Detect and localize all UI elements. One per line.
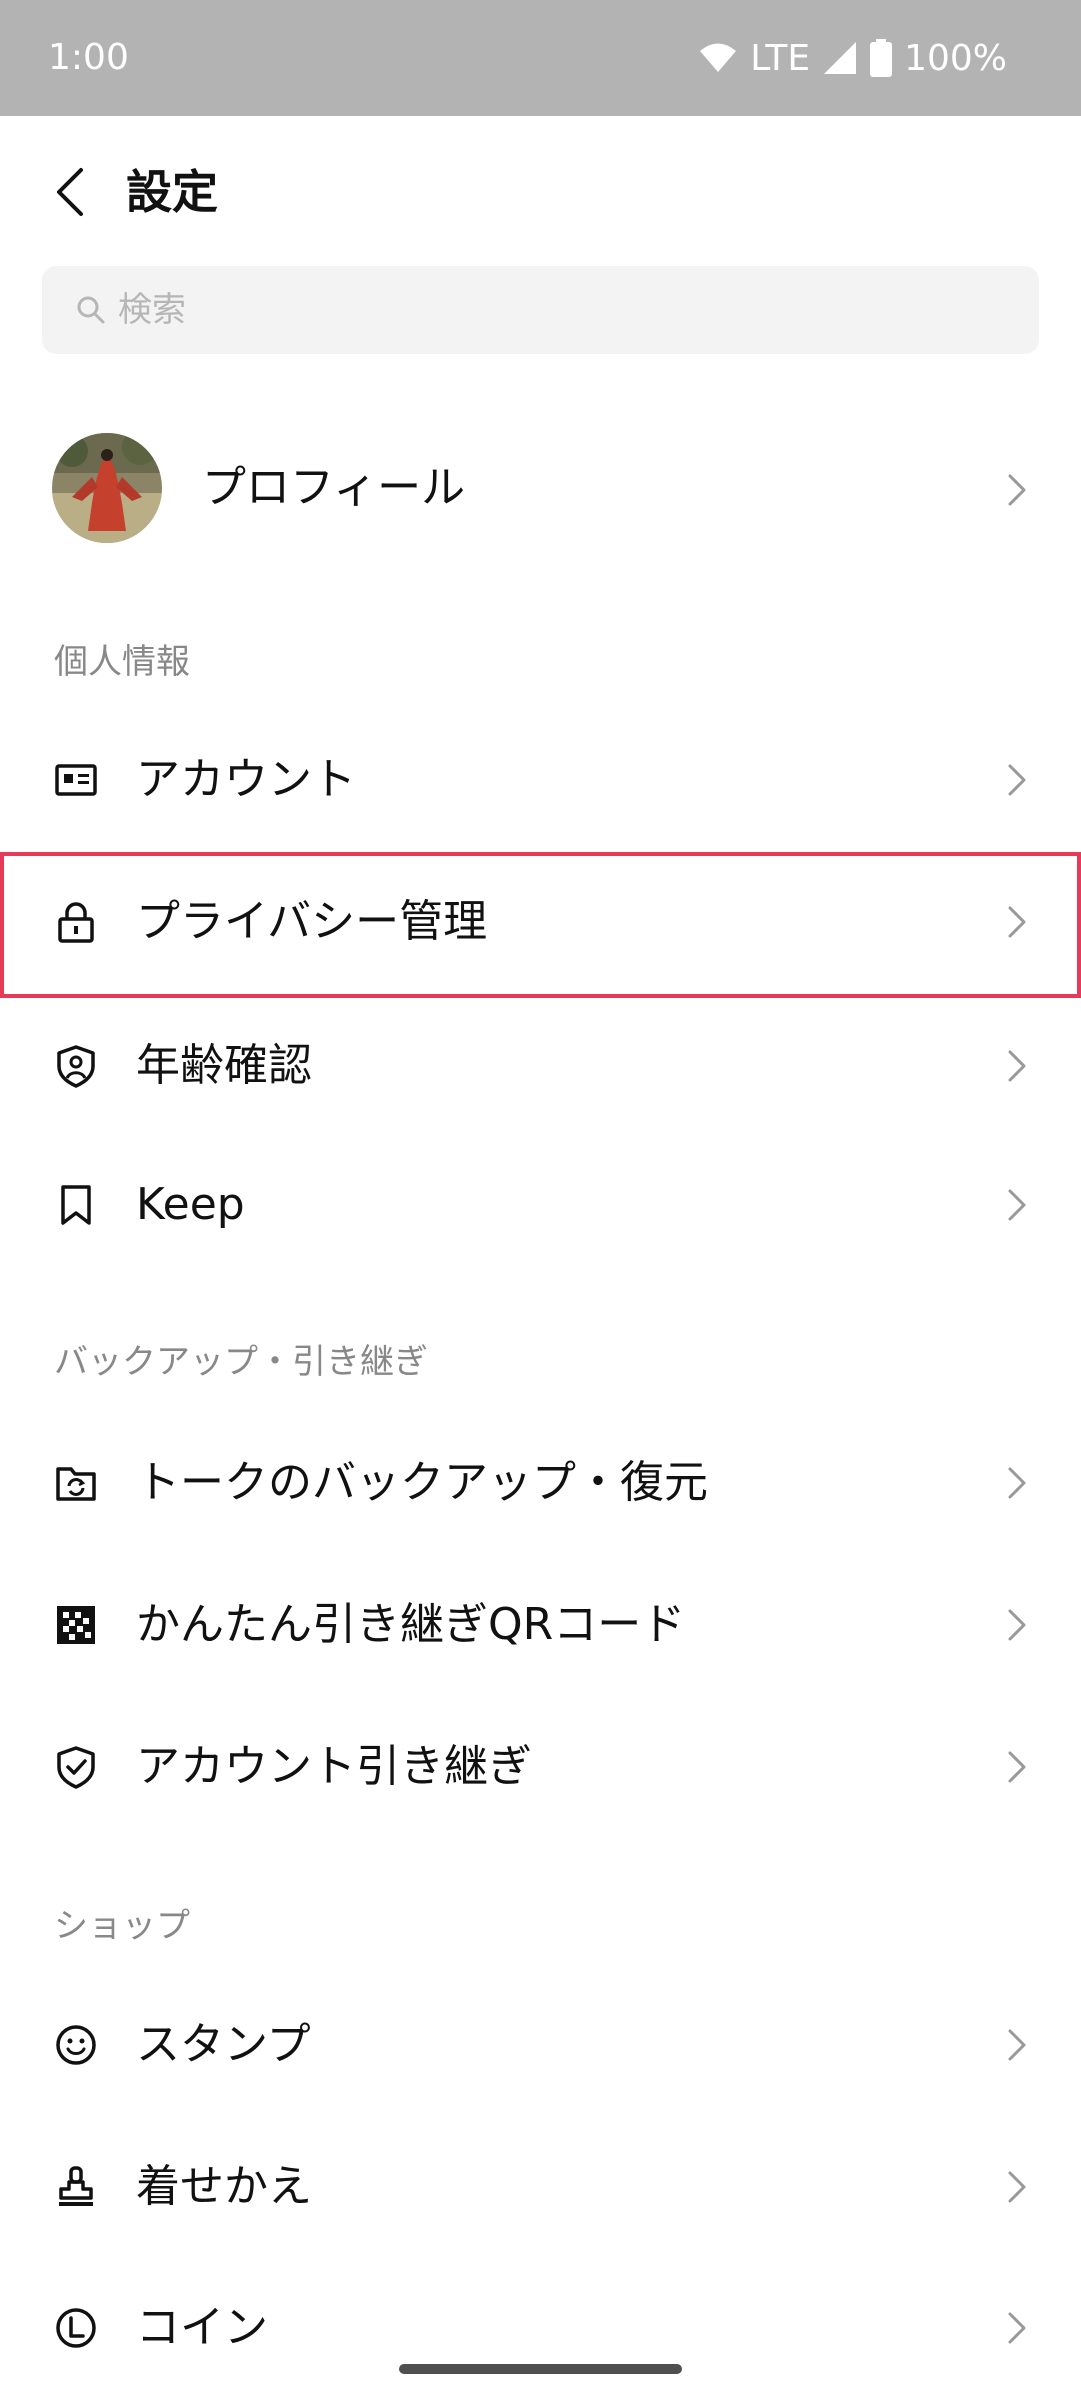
section-title-shop: ショップ [54,1906,190,1946]
battery-level: 100% [904,37,1007,79]
chevron-right-icon [1008,906,1026,938]
back-arrow-icon [57,168,83,216]
status-icons: LTE 100% [698,34,1007,82]
coin-icon [56,2308,96,2348]
status-bar: 1:00 LTE 100% [0,0,1081,116]
header: 設定 [0,116,1081,266]
settings-item-account[interactable]: アカウント [0,710,1081,850]
shield-user-icon [57,1045,95,1088]
lock-icon [58,902,94,943]
bookmark-icon [61,1185,91,1225]
profile-label: プロフィール [202,462,466,513]
page-title: 設定 [126,165,218,219]
settings-item-label: かんたん引き継ぎQRコード [136,1599,686,1650]
section-title-backup: バックアップ・引き継ぎ [54,1342,428,1382]
section-title-personal: 個人情報 [54,642,190,682]
settings-item-keep[interactable]: Keep [0,1135,1081,1275]
signal-icon [824,42,857,74]
search-input[interactable] [116,289,1000,331]
settings-item-label: コイン [136,2302,268,2353]
settings-item-talk-backup[interactable]: トークのバックアップ・復元 [0,1413,1081,1553]
settings-item-label: 着せかえ [136,2161,312,2212]
settings-item-age-verification[interactable]: 年齢確認 [0,996,1081,1136]
chevron-right-icon [1008,1050,1026,1082]
search-icon [77,296,105,324]
settings-item-account-transfer[interactable]: アカウント引き継ぎ [0,1697,1081,1837]
chevron-right-icon [1008,474,1026,506]
battery-icon [870,39,893,77]
settings-item-qr-transfer[interactable]: かんたん引き継ぎQRコード [0,1555,1081,1695]
home-indicator[interactable] [399,2364,682,2374]
chevron-right-icon [1008,2312,1026,2344]
settings-item-privacy[interactable]: プライバシー管理 [0,852,1081,998]
chevron-right-icon [1008,2029,1026,2061]
chevron-right-icon [1008,764,1026,796]
profile-row[interactable]: プロフィール [0,420,1081,560]
settings-item-coins[interactable]: コイン [0,2258,1081,2398]
network-type: LTE [750,37,811,79]
settings-item-label: トークのバックアップ・復元 [136,1457,708,1508]
wifi-icon [700,43,737,72]
folder-sync-icon [56,1467,96,1501]
status-time: 1:00 [48,37,129,78]
back-button[interactable] [40,156,100,228]
settings-item-label: 年齢確認 [136,1040,312,1091]
chevron-right-icon [1008,1751,1026,1783]
chevron-right-icon [1008,2171,1026,2203]
shield-check-icon [57,1746,95,1789]
settings-item-label: アカウント引き継ぎ [136,1741,532,1792]
chevron-right-icon [1008,1467,1026,1499]
id-card-icon [55,764,97,796]
settings-item-stickers[interactable]: スタンプ [0,1975,1081,2115]
smiley-icon [56,2025,96,2065]
settings-item-label: プライバシー管理 [136,896,488,947]
stamp-icon [59,2166,93,2206]
settings-item-themes[interactable]: 着せかえ [0,2117,1081,2257]
settings-item-label: スタンプ [136,2019,311,2070]
search-bar[interactable] [42,266,1039,354]
settings-item-label: アカウント [136,754,356,805]
chevron-right-icon [1008,1189,1026,1221]
settings-item-label: Keep [136,1179,245,1230]
chevron-right-icon [1008,1609,1026,1641]
qr-code-icon [57,1606,95,1644]
avatar [52,433,162,543]
